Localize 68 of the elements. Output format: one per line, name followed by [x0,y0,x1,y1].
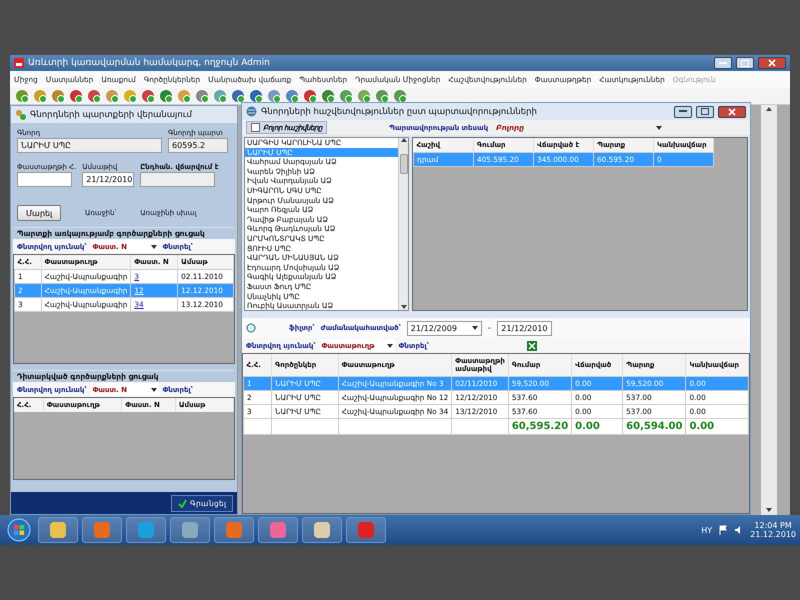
flag-icon[interactable] [718,525,728,535]
close-icon [728,108,736,116]
toolbar-button[interactable] [85,88,102,104]
taskbar-button[interactable] [38,517,78,543]
maximize-button[interactable] [736,57,754,69]
debt-field[interactable]: 60595.2 [168,138,228,153]
language-indicator[interactable]: HY [701,526,712,534]
toolbar-button[interactable] [211,88,228,104]
toolbar-button[interactable] [13,88,30,104]
buyer-field[interactable]: ՆԱՐԻՄ ՍՊԸ [17,138,162,153]
taskbar-button[interactable] [258,517,298,543]
caret-icon [150,244,157,248]
caret-icon [656,126,662,130]
scroll-up-icon[interactable] [400,138,406,143]
scroll-thumb[interactable] [400,154,408,174]
toolbar-button[interactable] [139,88,156,104]
total-cell: 60,595.20 [508,418,572,434]
minimize-icon [719,62,727,64]
panel-title: Գնորդների հաշվետվություններ ըստ պարտավորությունների [261,106,538,116]
date-picker[interactable]: 21/12/2010 [82,172,134,187]
scrollbar[interactable] [398,138,408,310]
window-title: Առևտրի կառավարման համակարգ, ողջույն Admin [28,58,271,68]
globe-icon [246,106,257,117]
minimize-icon [679,110,687,113]
panel-title: Գնորդների պարտքերի վերանայում [30,110,193,120]
date-picker[interactable]: 21/12/2010 [497,320,552,336]
restore-icon [701,108,709,115]
toolbar-button[interactable] [175,88,192,104]
taskbar-button[interactable] [126,517,166,543]
toolbar-button[interactable] [157,88,174,104]
taskbar-button[interactable] [302,517,342,543]
caret-icon [150,388,157,392]
spreadsheet-icon[interactable] [526,340,537,350]
scrollbar[interactable] [761,105,777,515]
toolbar-button[interactable] [229,88,246,104]
close-button[interactable] [758,57,786,69]
minimize-button[interactable] [674,106,692,118]
taskbar-button[interactable] [346,517,386,543]
restore-button[interactable] [696,106,714,118]
clock[interactable]: 12:04 PM 21.12.2010 [750,521,796,539]
close-icon [768,59,776,67]
scroll-down-icon[interactable] [766,508,772,513]
total-cell: 60,594.00 [622,418,686,434]
taskbar-button[interactable] [170,517,210,543]
caret-icon [472,326,478,330]
toolbar-button[interactable] [67,88,84,104]
total-cell: 0.00 [686,418,748,434]
clock-time: 12:04 PM [754,521,792,530]
toolbar-button[interactable] [103,88,120,104]
scroll-up-icon[interactable] [766,107,772,112]
toolbar-button[interactable] [121,88,138,104]
checkmark-icon [178,498,187,508]
total-field[interactable] [140,172,216,187]
close-button[interactable] [718,106,746,118]
scroll-down-icon[interactable] [400,305,406,310]
toolbar-button[interactable] [49,88,66,104]
toolbar-button[interactable] [31,88,48,104]
document-number-field[interactable] [17,172,72,187]
minimize-button[interactable] [714,57,732,69]
pay-button[interactable]: Մարել [17,205,61,221]
taskbar-button[interactable] [214,517,254,543]
total-cell: 0.00 [572,418,623,434]
taskbar-button[interactable] [82,517,122,543]
toolbar-button[interactable] [193,88,210,104]
maximize-icon [741,60,749,66]
date-picker[interactable]: 21/12/2009 [406,320,482,336]
caret-icon [386,344,393,348]
clock-date: 21.12.2010 [750,530,796,539]
